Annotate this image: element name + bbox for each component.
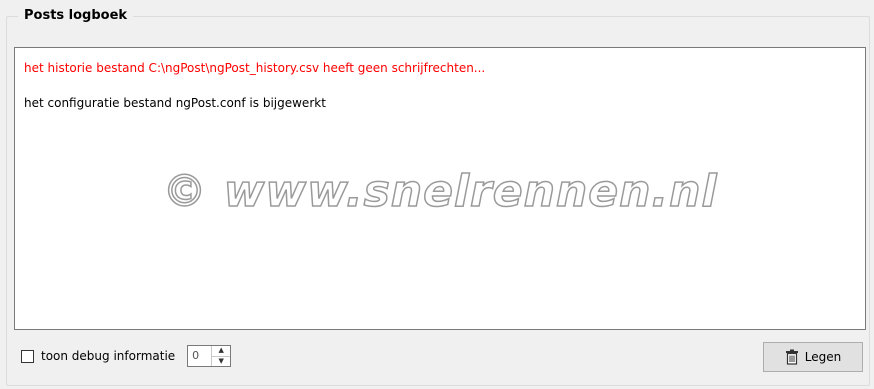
log-output[interactable]: het historie bestand C:\ngPost\ngPost_hi…	[14, 47, 866, 330]
log-line-info: het configuratie bestand ngPost.conf is …	[24, 96, 326, 110]
clear-log-button[interactable]: Legen	[763, 342, 863, 372]
log-line-error: het historie bestand C:\ngPost\ngPost_hi…	[24, 61, 486, 75]
spin-down-icon[interactable]: ▼	[212, 357, 230, 367]
debug-controls: toon debug informatie 0 ▲ ▼	[21, 345, 232, 367]
watermark: © www.snelrennen.nl	[162, 165, 718, 218]
trash-icon	[785, 349, 798, 365]
clear-button-label: Legen	[804, 350, 842, 364]
spin-up-icon[interactable]: ▲	[212, 346, 231, 357]
debug-checkbox-label[interactable]: toon debug informatie	[41, 349, 175, 363]
group-title: Posts logboek	[18, 8, 134, 24]
debug-checkbox[interactable]	[21, 349, 34, 363]
spin-buttons: ▲ ▼	[211, 346, 231, 367]
debug-level-value: 0	[192, 349, 200, 362]
debug-level-spinbox[interactable]: 0 ▲ ▼	[187, 345, 232, 367]
